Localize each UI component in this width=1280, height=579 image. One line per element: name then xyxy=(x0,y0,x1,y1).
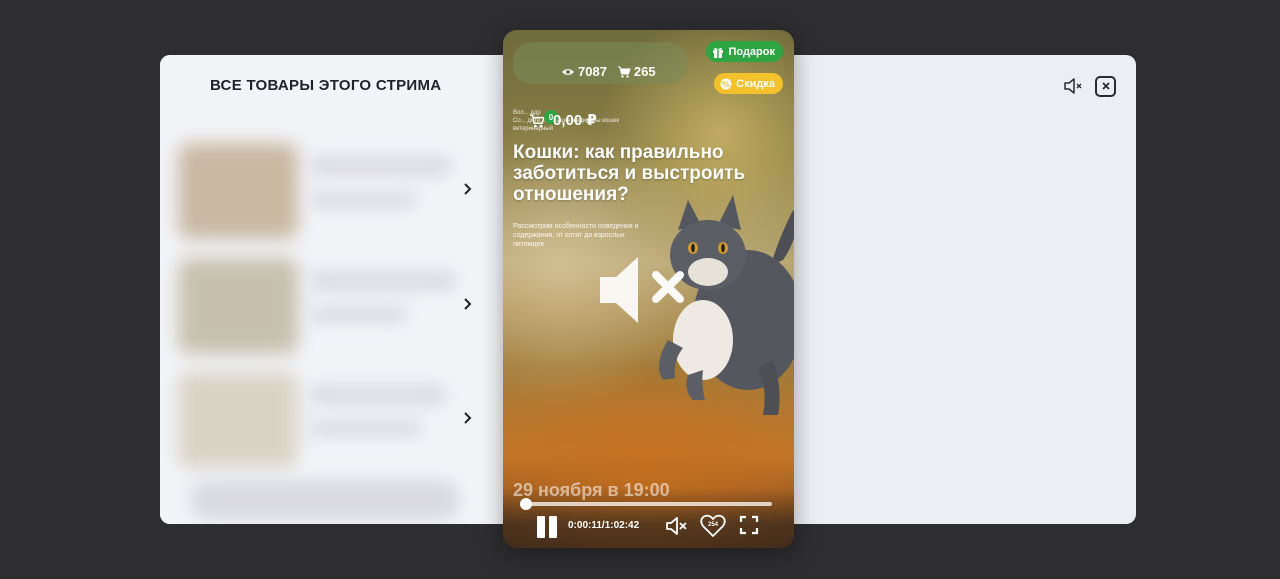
progress-bar[interactable] xyxy=(519,498,772,510)
product-price-blur xyxy=(308,306,408,324)
product-item[interactable] xyxy=(178,143,478,239)
cart-sum: 0,00 ₽ xyxy=(553,112,597,129)
cart-icon: 0 xyxy=(529,110,558,130)
product-thumbnail xyxy=(178,372,298,468)
views-count: 7087 xyxy=(578,64,607,79)
product-thumbnail xyxy=(178,258,298,354)
product-name-blur xyxy=(308,155,453,177)
gift-icon xyxy=(713,47,724,58)
product-name-blur xyxy=(308,270,458,292)
sale-badge[interactable]: % Скидка xyxy=(714,73,783,94)
timecode: 0:00:11/1:02:42 xyxy=(568,520,640,531)
chevron-right-icon[interactable] xyxy=(458,179,478,199)
stream-stats: 7087 265 xyxy=(561,64,656,79)
cart-icon xyxy=(617,66,631,78)
cart-summary[interactable]: Вол... ддр Со... дите... ... иация медиц… xyxy=(513,105,693,137)
gift-label: Подарок xyxy=(728,45,775,58)
pause-button[interactable] xyxy=(535,514,559,540)
sale-label: Скидка xyxy=(736,77,775,90)
speaker-mute-icon xyxy=(666,517,687,535)
product-item-partial xyxy=(190,480,460,520)
cart-adds-count: 265 xyxy=(633,64,656,79)
fullscreen-icon xyxy=(739,515,759,535)
chevron-right-icon[interactable] xyxy=(458,408,478,428)
pause-icon xyxy=(537,516,545,538)
product-price-blur xyxy=(308,191,418,209)
modal-title: ВСЕ ТОВАРЫ ЭТОГО СТРИМА xyxy=(210,77,442,94)
product-item[interactable] xyxy=(178,258,478,354)
discount-icon: % xyxy=(720,78,732,89)
stream-subtitle: Рассмотрим особенности поведения и содер… xyxy=(513,223,639,248)
close-icon[interactable] xyxy=(1095,75,1116,97)
video-player[interactable]: 7087 265 Подарок % Скидка Вол... ддр Со.… xyxy=(503,30,794,548)
modal-controls xyxy=(1063,75,1116,97)
speaker-mute-icon[interactable] xyxy=(1063,75,1085,97)
product-price-blur xyxy=(308,420,423,438)
stream-date: 29 ноября в 19:00 xyxy=(513,480,670,500)
product-item[interactable] xyxy=(178,372,478,468)
muted-overlay-icon[interactable] xyxy=(598,255,693,325)
fullscreen-button[interactable] xyxy=(739,514,759,536)
svg-text:%: % xyxy=(722,79,730,88)
likes-count: 254 xyxy=(707,522,718,528)
gift-badge[interactable]: Подарок xyxy=(706,41,783,62)
progress-handle[interactable] xyxy=(519,498,532,510)
mute-button[interactable] xyxy=(665,514,689,538)
eye-icon xyxy=(562,68,574,75)
chevron-right-icon[interactable] xyxy=(458,294,478,314)
product-name-blur xyxy=(308,384,448,406)
product-thumbnail xyxy=(178,143,298,239)
product-list-panel: ВСЕ ТОВАРЫ ЭТОГО СТРИМА xyxy=(160,55,503,524)
like-button[interactable]: 254 xyxy=(700,514,726,538)
